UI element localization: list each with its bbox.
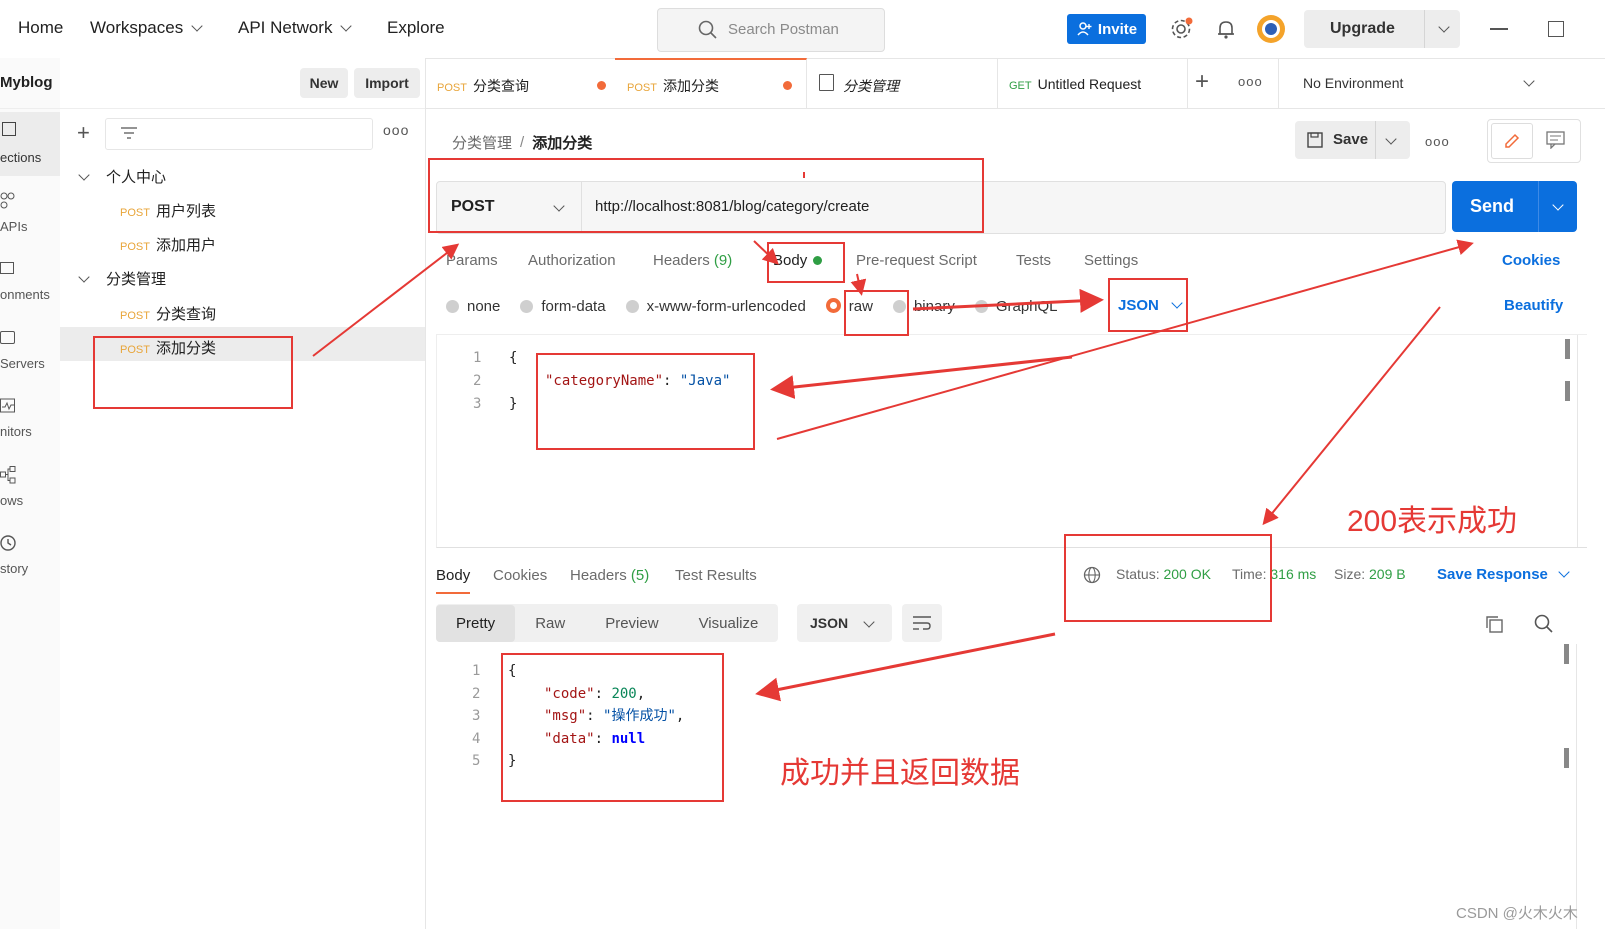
annotation-response-note: 成功并且返回数据	[780, 757, 1020, 790]
watermark: CSDN @火木火木	[1456, 905, 1578, 922]
annotation-status-note: 200表示成功	[1347, 505, 1518, 538]
